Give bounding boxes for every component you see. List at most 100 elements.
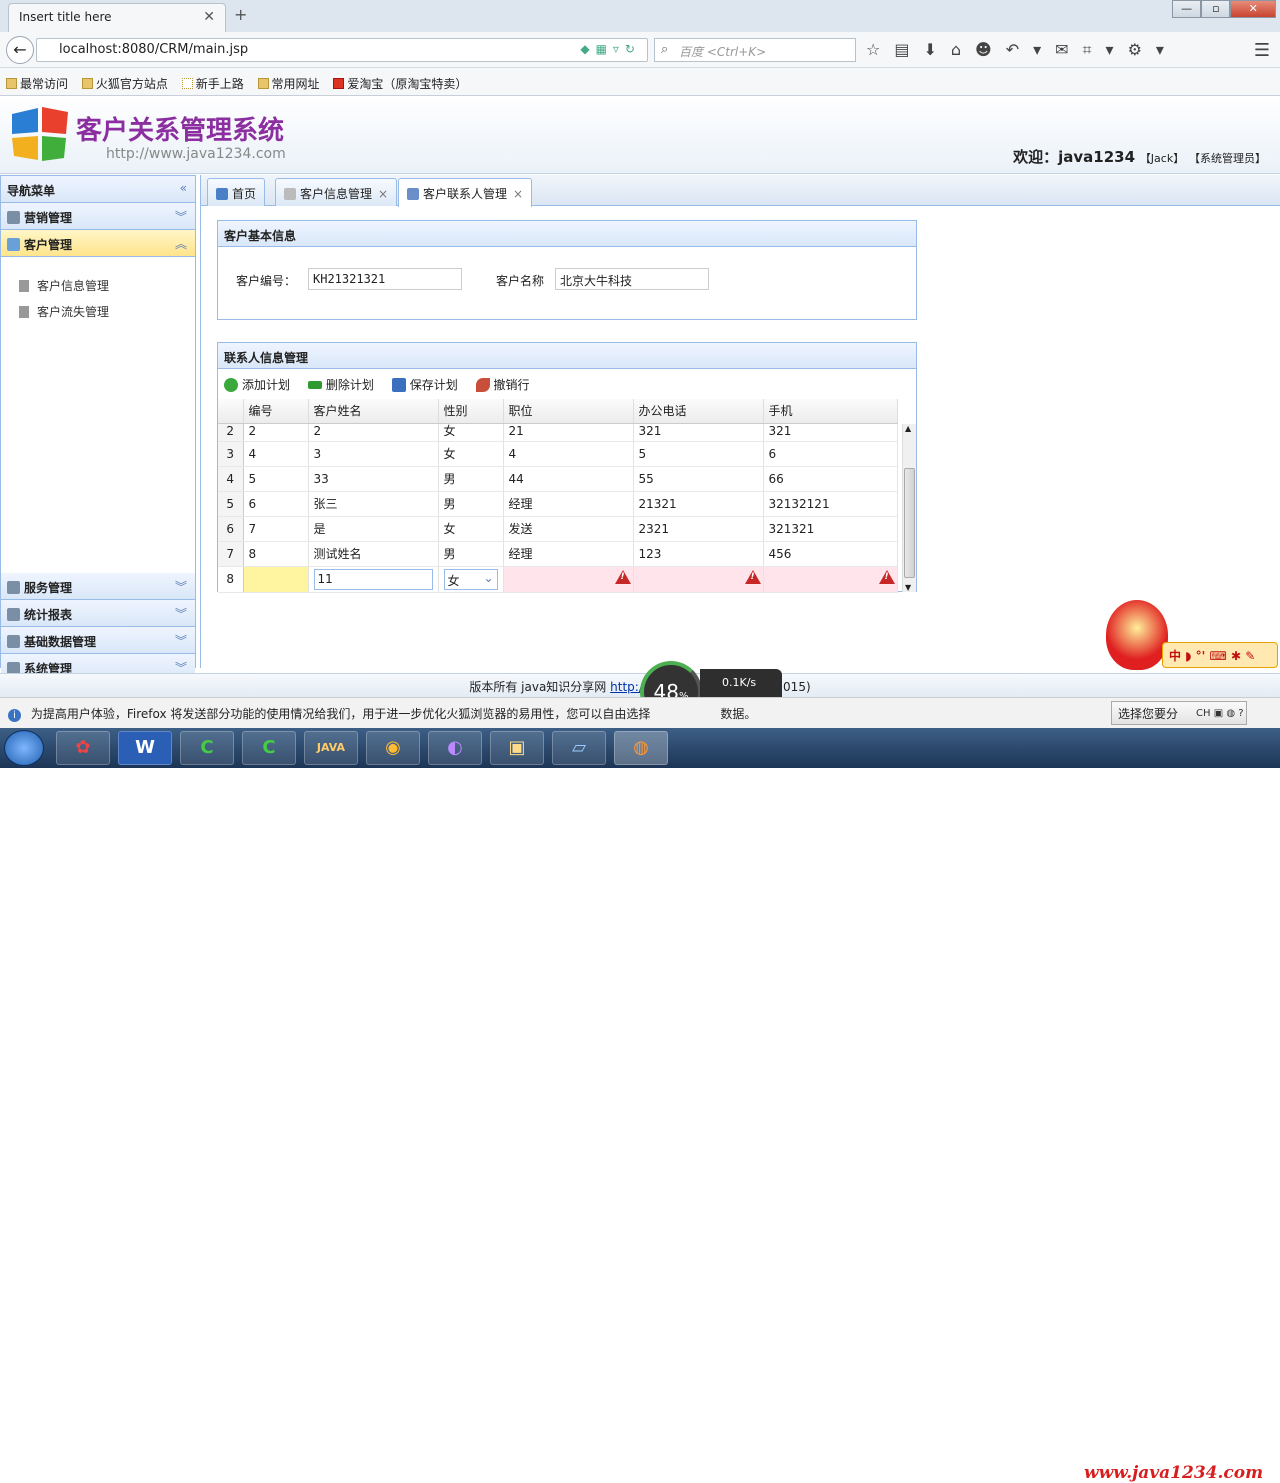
sidebar-subitem-customer-info[interactable]: 客户信息管理: [1, 271, 195, 297]
tab-customer-info[interactable]: 客户信息管理 ×: [275, 178, 398, 206]
minimize-button[interactable]: —: [1172, 0, 1202, 18]
delete-plan-button[interactable]: 删除计划: [307, 378, 374, 392]
gender-cell[interactable]: 女: [438, 423, 504, 442]
column-header[interactable]: 性别: [438, 399, 504, 424]
office-phone-cell[interactable]: 5: [633, 441, 764, 467]
input-method[interactable]: CH: [1196, 708, 1211, 719]
close-icon[interactable]: ×: [378, 187, 388, 201]
gender-cell[interactable]: 女: [438, 516, 504, 542]
position-cell[interactable]: 4: [503, 441, 634, 467]
bookmark-item[interactable]: 新手上路: [181, 77, 244, 91]
start-button[interactable]: [4, 730, 44, 766]
position-cell[interactable]: 发送: [503, 516, 634, 542]
position-cell[interactable]: 44: [503, 466, 634, 492]
contact-name-cell[interactable]: 33: [308, 466, 439, 492]
mobile-cell[interactable]: 321321: [763, 516, 898, 542]
sidebar-item-marketing[interactable]: 营销管理 ︾: [1, 203, 195, 230]
folder-icon[interactable]: ▣: [490, 731, 544, 765]
eclipse-icon[interactable]: ◐: [428, 731, 482, 765]
table-row-editing[interactable]: 8 11 女 ⌄: [218, 566, 898, 593]
office-phone-cell[interactable]: 2321: [633, 516, 764, 542]
close-icon[interactable]: ×: [513, 187, 523, 201]
scroll-up-icon[interactable]: ▲: [905, 424, 911, 433]
column-header[interactable]: 手机: [763, 399, 898, 424]
office-phone-cell[interactable]: 123: [633, 541, 764, 567]
qq-input-bar[interactable]: 中 ◗ °' ⌨ ✱ ✎: [1162, 642, 1278, 668]
new-tab-icon[interactable]: +: [234, 5, 247, 24]
gender-cell[interactable]: 男: [438, 491, 504, 517]
camtasia-icon[interactable]: C: [180, 731, 234, 765]
office-phone-cell[interactable]: 21321: [633, 491, 764, 517]
contact-name-cell[interactable]: 测试姓名: [308, 541, 439, 567]
chevron-down-icon[interactable]: ⌄: [483, 571, 493, 585]
url-bar[interactable]: localhost:8080/CRM/main.jsp ◆▦▿↻: [36, 38, 648, 62]
undo-row-button[interactable]: 撤销行: [475, 378, 530, 392]
search-input[interactable]: ⌕ 百度 <Ctrl+K>: [654, 38, 856, 62]
position-cell[interactable]: 21: [503, 423, 634, 442]
save-plan-button[interactable]: 保存计划: [391, 378, 458, 392]
position-cell[interactable]: 经理: [503, 541, 634, 567]
sidebar-subitem-customer-loss[interactable]: 客户流失管理: [1, 297, 195, 323]
mobile-cell[interactable]: 32132121: [763, 491, 898, 517]
mobile-cell[interactable]: [763, 566, 898, 593]
contact-id-cell[interactable]: 7: [243, 516, 309, 542]
javaee-icon[interactable]: JAVA: [304, 731, 358, 765]
gender-cell[interactable]: 女 ⌄: [438, 566, 504, 593]
app-icon[interactable]: ▱: [552, 731, 606, 765]
sidebar-item-basedata[interactable]: 基础数据管理 ︾: [1, 627, 195, 654]
sidebar-item-reports[interactable]: 统计报表 ︾: [1, 600, 195, 627]
customer-name-field[interactable]: 北京大牛科技: [555, 268, 709, 290]
column-header[interactable]: 职位: [503, 399, 634, 424]
contact-id-cell[interactable]: [243, 566, 309, 593]
contact-name-cell[interactable]: 3: [308, 441, 439, 467]
mobile-cell[interactable]: 321: [763, 423, 898, 442]
close-icon[interactable]: ✕: [203, 9, 215, 25]
firefox-icon[interactable]: ◍: [614, 731, 668, 765]
table-row[interactable]: 6 7 是女发送 2321 321321: [218, 516, 898, 542]
contact-id-cell[interactable]: 5: [243, 466, 309, 492]
office-phone-cell[interactable]: [633, 566, 764, 593]
bookmark-item[interactable]: 爱淘宝（原淘宝特卖）: [333, 77, 467, 91]
bookmark-item[interactable]: 火狐官方站点: [81, 77, 168, 91]
tab-customer-contact[interactable]: 客户联系人管理 ×: [398, 178, 533, 207]
chrome-icon[interactable]: ◉: [366, 731, 420, 765]
maximize-button[interactable]: ▫: [1201, 0, 1231, 18]
column-header[interactable]: 编号: [243, 399, 309, 424]
office-phone-cell[interactable]: 55: [633, 466, 764, 492]
contact-id-cell[interactable]: 6: [243, 491, 309, 517]
contact-id-cell[interactable]: 2: [243, 423, 309, 442]
shield-icon[interactable]: ◆▦▿↻: [580, 42, 641, 56]
app-icon[interactable]: ✿: [56, 731, 110, 765]
position-cell[interactable]: [503, 566, 634, 593]
menu-icon[interactable]: ☰: [1254, 40, 1270, 61]
contact-name-cell[interactable]: 张三: [308, 491, 439, 517]
contact-name-cell[interactable]: 11: [308, 566, 439, 593]
column-header[interactable]: 客户姓名: [308, 399, 439, 424]
mobile-cell[interactable]: 6: [763, 441, 898, 467]
bookmark-item[interactable]: 最常访问: [6, 77, 68, 91]
browser-tab[interactable]: Insert title here ✕: [8, 3, 226, 32]
grid-scrollbar[interactable]: ▲ ▼: [902, 424, 916, 592]
gender-cell[interactable]: 女: [438, 441, 504, 467]
contact-id-cell[interactable]: 8: [243, 541, 309, 567]
gender-select[interactable]: 女 ⌄: [443, 568, 498, 590]
office-phone-cell[interactable]: 321: [633, 423, 764, 442]
qq-widget[interactable]: 中 ◗ °' ⌨ ✱ ✎: [1104, 600, 1280, 672]
sidebar-item-customer[interactable]: 客户管理 ︽: [1, 230, 195, 257]
contact-name-input[interactable]: 11: [313, 568, 433, 590]
table-row[interactable]: 4 5 33 男 44 55 66: [218, 466, 898, 492]
scroll-down-icon[interactable]: ▼: [905, 583, 911, 592]
back-arrow-icon[interactable]: ←: [6, 36, 34, 64]
browser-toolbar-icons[interactable]: ☆▤⬇⌂☻↶▾✉⌗▾⚙▾: [866, 40, 1178, 60]
camtasia-icon[interactable]: C: [242, 731, 296, 765]
close-window-button[interactable]: ✕: [1230, 0, 1276, 18]
tab-home[interactable]: 首页: [207, 178, 266, 206]
mobile-cell[interactable]: 66: [763, 466, 898, 492]
scrollbar-thumb[interactable]: [904, 468, 915, 578]
table-row[interactable]: 7 8 测试姓名男经理 123 456: [218, 541, 898, 567]
table-row[interactable]: 343女456: [218, 441, 898, 467]
sidebar-item-service[interactable]: 服务管理 ︾: [1, 573, 195, 600]
collapse-icon[interactable]: «: [180, 181, 187, 195]
contact-name-cell[interactable]: 2: [308, 423, 439, 442]
customer-id-field[interactable]: KH21321321: [308, 268, 462, 290]
